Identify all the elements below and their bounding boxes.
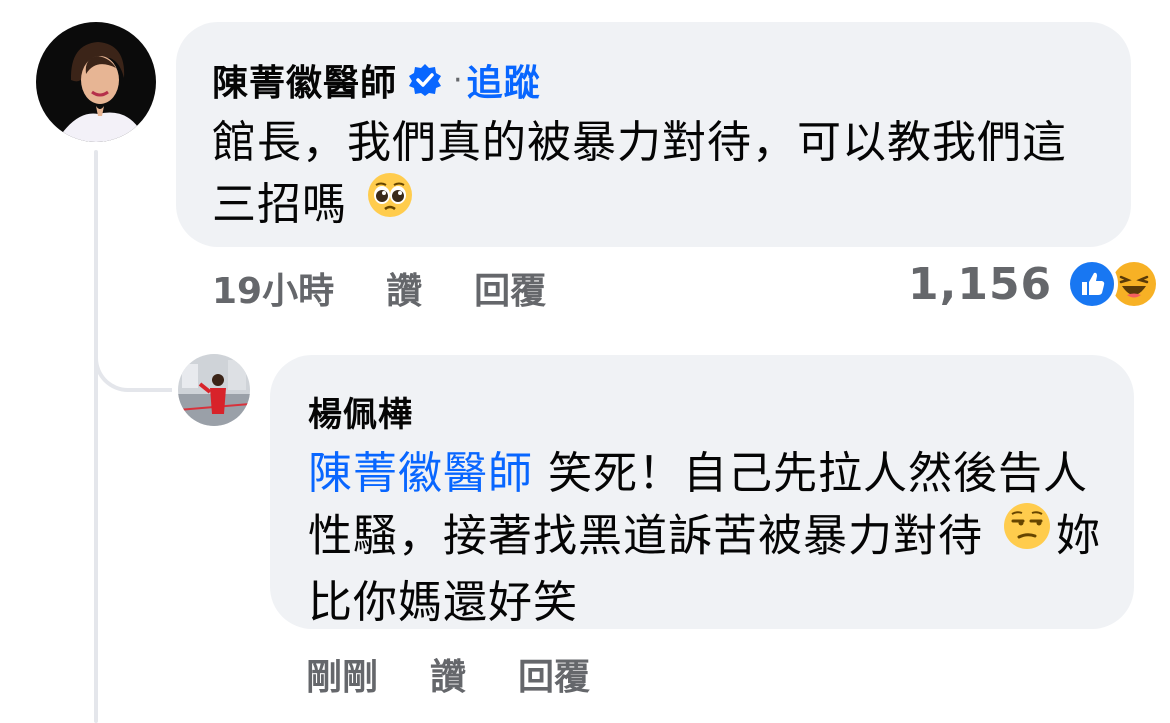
like-button[interactable]: 讚 bbox=[430, 648, 466, 700]
reply-bubble: 楊佩樺 陳菁徽醫師 笑死！自己先拉人然後告人性騷，接著找黑道訴苦被暴力對待 妳比… bbox=[270, 355, 1134, 629]
like-button[interactable]: 讚 bbox=[386, 262, 422, 314]
avatar[interactable] bbox=[178, 354, 250, 426]
reply-header: 楊佩樺 bbox=[308, 383, 1096, 439]
pleading-face-icon bbox=[366, 171, 414, 236]
comment-bubble: 陳菁徽醫師 · 追蹤 館長，我們真的被暴力對待，可以教我們這三招嗎 bbox=[176, 22, 1131, 247]
comment-body: 館長，我們真的被暴力對待，可以教我們這三招嗎 bbox=[212, 117, 1067, 230]
like-icon bbox=[1066, 258, 1119, 310]
reaction-summary[interactable]: 1,156 bbox=[908, 258, 1161, 310]
reaction-count: 1,156 bbox=[908, 258, 1053, 310]
comment-text: 館長，我們真的被暴力對待，可以教我們這三招嗎 bbox=[212, 112, 1092, 240]
reply-button[interactable]: 回覆 bbox=[474, 262, 546, 314]
comment-header: 陳菁徽醫師 · 追蹤 bbox=[212, 52, 1091, 108]
timestamp[interactable]: 剛剛 bbox=[306, 648, 378, 700]
follow-button[interactable]: 追蹤 bbox=[467, 54, 541, 106]
timestamp[interactable]: 19小時 bbox=[212, 262, 334, 314]
reply-text: 陳菁徽醫師 笑死！自己先拉人然後告人性騷，接著找黑道訴苦被暴力對待 妳比你媽還好… bbox=[308, 443, 1108, 634]
thread-connector bbox=[94, 330, 172, 392]
verified-badge-icon bbox=[407, 62, 443, 98]
reply-button[interactable]: 回覆 bbox=[518, 648, 590, 700]
separator-dot: · bbox=[453, 62, 463, 98]
thread-line bbox=[94, 150, 98, 723]
mention-link[interactable]: 陳菁徽醫師 bbox=[308, 448, 533, 499]
author-name[interactable]: 楊佩樺 bbox=[308, 387, 413, 436]
author-name[interactable]: 陳菁徽醫師 bbox=[212, 54, 397, 106]
reply-actions: 剛剛 讚 回覆 bbox=[306, 648, 642, 700]
avatar[interactable] bbox=[36, 22, 156, 142]
comment-actions: 19小時 讚 回覆 bbox=[212, 262, 598, 314]
unamused-face-icon bbox=[1002, 501, 1052, 568]
